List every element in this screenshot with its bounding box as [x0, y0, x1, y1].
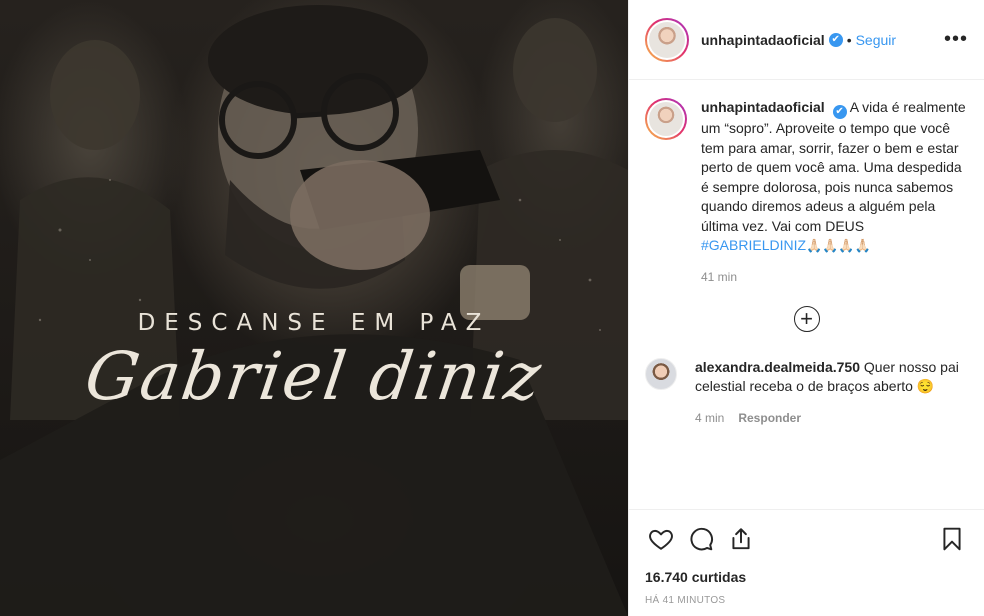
- caption-body: A vida é realmente um “sopro”. Aproveite…: [701, 99, 966, 234]
- relieved-face-emoji: 😌: [916, 378, 935, 394]
- image-title-script: Gabriel diniz: [80, 338, 548, 415]
- post-panel: unhapintadaoficial ✔ • Seguir ••• unhapi…: [628, 0, 984, 616]
- commenter-username[interactable]: alexandra.dealmeida.750: [695, 359, 860, 375]
- caption-time: 41 min: [701, 269, 738, 284]
- comment-item: alexandra.dealmeida.750 Quer nosso pai c…: [645, 357, 968, 425]
- load-more-comments: +: [645, 305, 968, 332]
- save-button[interactable]: [932, 519, 972, 559]
- post-header: unhapintadaoficial ✔ • Seguir •••: [629, 0, 984, 80]
- verified-badge-icon: ✔: [828, 32, 843, 47]
- more-options-icon[interactable]: •••: [944, 28, 968, 51]
- caption: unhapintadaoficial ✔ A vida é realmente …: [645, 98, 968, 284]
- comments-section: unhapintadaoficial ✔ A vida é realmente …: [629, 80, 984, 509]
- bookmark-icon: [943, 527, 961, 550]
- comment-time: 4 min: [695, 410, 725, 425]
- avatar-image: [649, 102, 683, 136]
- instagram-post-modal: DESCANSE EM PAZ Gabriel diniz unhapintad…: [0, 0, 984, 616]
- caption-meta: 41 min: [701, 270, 968, 284]
- author-username[interactable]: unhapintadaoficial: [701, 32, 825, 48]
- caption-text: unhapintadaoficial ✔ A vida é realmente …: [701, 98, 968, 256]
- praying-hands-emoji: 🙏🏻🙏🏻🙏🏻🙏🏻: [806, 238, 871, 253]
- separator-dot: •: [846, 31, 852, 48]
- share-button[interactable]: [721, 519, 761, 559]
- verified-badge-icon: ✔: [832, 105, 847, 119]
- comment-button[interactable]: [681, 519, 721, 559]
- plus-circle-icon[interactable]: +: [793, 305, 820, 332]
- hashtag-link[interactable]: #GABRIELDINIZ: [701, 237, 806, 253]
- post-timestamp[interactable]: HÁ 41 MINUTOS: [629, 595, 984, 606]
- image-title-top: DESCANSE EM PAZ: [137, 310, 491, 336]
- like-button[interactable]: [641, 519, 681, 559]
- follow-button[interactable]: Seguir: [856, 32, 896, 48]
- caption-avatar[interactable]: [645, 98, 687, 140]
- action-bar: [629, 509, 984, 567]
- heart-icon: [649, 529, 673, 550]
- caption-username[interactable]: unhapintadaoficial: [701, 99, 825, 115]
- comment-text: alexandra.dealmeida.750 Quer nosso pai c…: [695, 358, 968, 397]
- avatar-image: [649, 21, 685, 58]
- reply-button[interactable]: Responder: [738, 411, 801, 425]
- comment-icon: [690, 527, 713, 550]
- post-image-artwork: [0, 5, 628, 616]
- commenter-avatar[interactable]: [645, 357, 677, 390]
- share-icon: [732, 527, 750, 549]
- comment-meta: 4 min Responder: [695, 411, 968, 425]
- author-avatar[interactable]: [645, 17, 689, 62]
- post-image[interactable]: DESCANSE EM PAZ Gabriel diniz: [0, 0, 628, 616]
- likes-count[interactable]: 16.740 curtidas: [629, 569, 984, 585]
